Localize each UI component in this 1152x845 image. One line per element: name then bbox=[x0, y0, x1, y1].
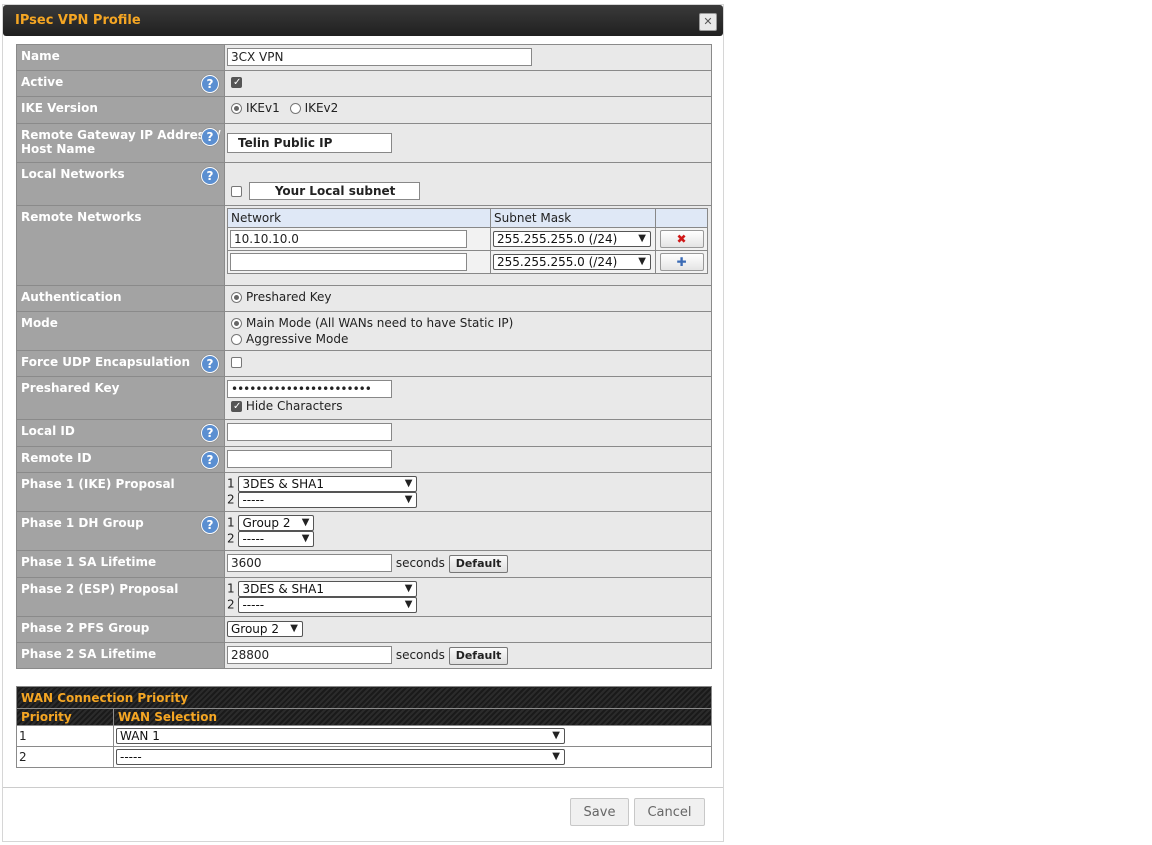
wan-selection-select[interactable]: WAN 1 ▼ bbox=[116, 728, 565, 744]
help-icon[interactable]: ? bbox=[201, 424, 219, 442]
ipsec-vpn-profile-dialog: IPsec VPN Profile ✕ Name Active? IKE Ver… bbox=[2, 4, 724, 842]
preshared-key-radio[interactable] bbox=[231, 292, 242, 303]
preshared-key-label: Preshared Key bbox=[16, 376, 225, 420]
phase2-lifetime-label: Phase 2 SA Lifetime bbox=[16, 642, 225, 669]
name-label: Name bbox=[16, 44, 225, 71]
phase2-proposal-2-select[interactable]: ----- ▼ bbox=[238, 597, 418, 613]
local-id-label: Local ID? bbox=[16, 419, 225, 447]
priority-value: 2 bbox=[16, 746, 114, 768]
local-networks-label: Local Networks? bbox=[16, 162, 225, 206]
phase1-dh-1-select[interactable]: Group 2 ▼ bbox=[238, 515, 315, 531]
cancel-button[interactable]: Cancel bbox=[634, 798, 705, 826]
name-input[interactable] bbox=[227, 48, 532, 66]
help-icon[interactable]: ? bbox=[201, 516, 219, 534]
ikev1-radio[interactable] bbox=[231, 103, 242, 114]
footer-divider bbox=[3, 787, 723, 788]
remote-networks-table: Network Subnet Mask 255.255.255.0 (/24)▼… bbox=[227, 208, 708, 274]
phase1-lifetime-label: Phase 1 SA Lifetime bbox=[16, 550, 225, 578]
subnet-mask-select[interactable]: 255.255.255.0 (/24) ▼ bbox=[493, 253, 651, 270]
wan-selection-select[interactable]: ----- ▼ bbox=[116, 749, 565, 765]
main-mode-radio[interactable] bbox=[231, 318, 242, 329]
phase2-lifetime-input[interactable] bbox=[227, 646, 392, 664]
remote-id-label: Remote ID? bbox=[16, 446, 225, 473]
remote-gateway-input[interactable] bbox=[227, 133, 392, 153]
authentication-label: Authentication bbox=[16, 285, 225, 312]
remote-network-row: 255.255.255.0 (/24) ▼ ✚ bbox=[227, 250, 708, 274]
force-udp-checkbox[interactable] bbox=[231, 357, 242, 368]
phase1-proposal-label: Phase 1 (IKE) Proposal bbox=[16, 472, 225, 512]
phase1-default-button[interactable]: Default bbox=[448, 554, 509, 573]
phase2-proposal-label: Phase 2 (ESP) Proposal bbox=[16, 577, 225, 617]
subnet-mask-select[interactable]: 255.255.255.0 (/24) ▼ bbox=[493, 230, 651, 247]
active-checkbox[interactable] bbox=[231, 75, 242, 91]
local-id-input[interactable] bbox=[227, 423, 392, 441]
dialog-title: IPsec VPN Profile bbox=[15, 13, 141, 28]
subnet-mask-column-header: Subnet Mask bbox=[490, 208, 656, 228]
aggressive-mode-label: Aggressive Mode bbox=[246, 332, 349, 346]
priority-value: 1 bbox=[16, 725, 114, 747]
seconds-label: seconds bbox=[395, 556, 445, 570]
remote-gateway-label: Remote Gateway IP Address / Host Name? bbox=[16, 123, 225, 163]
wan-priority-title: WAN Connection Priority bbox=[16, 686, 712, 709]
remote-network-input[interactable] bbox=[230, 253, 467, 271]
active-label: Active? bbox=[16, 70, 225, 97]
wan-priority-table: WAN Connection Priority Priority WAN Sel… bbox=[16, 686, 712, 768]
priority-column-header: Priority bbox=[16, 708, 114, 726]
remote-network-row: 255.255.255.0 (/24)▼ ✖ bbox=[227, 227, 708, 251]
local-network-input[interactable] bbox=[248, 182, 420, 200]
local-network-checkbox[interactable] bbox=[231, 186, 242, 197]
delete-icon: ✖ bbox=[676, 232, 687, 246]
vpn-profile-form: Name Active? IKE Version IKEv1 IKEv2 Rem… bbox=[16, 44, 712, 669]
help-icon[interactable]: ? bbox=[201, 128, 219, 146]
add-icon: ✚ bbox=[676, 255, 687, 269]
wan-row: 2 ----- ▼ bbox=[16, 746, 712, 768]
dialog-titlebar: IPsec VPN Profile ✕ bbox=[3, 5, 723, 36]
main-mode-label: Main Mode (All WANs need to have Static … bbox=[246, 316, 514, 330]
phase1-proposal-1-select[interactable]: 3DES & SHA1 ▼ bbox=[238, 476, 418, 492]
wan-selection-column-header: WAN Selection bbox=[113, 708, 712, 726]
phase1-dh-2-select[interactable]: ----- ▼ bbox=[238, 531, 315, 547]
delete-network-button[interactable]: ✖ bbox=[659, 230, 704, 248]
phase1-proposal-2-select[interactable]: ----- ▼ bbox=[238, 492, 418, 508]
help-icon[interactable]: ? bbox=[201, 355, 219, 373]
phase1-dh-label: Phase 1 DH Group? bbox=[16, 511, 225, 551]
ikev1-label: IKEv1 bbox=[246, 101, 280, 115]
phase2-pfs-select[interactable]: Group 2 ▼ bbox=[227, 620, 303, 637]
close-icon[interactable]: ✕ bbox=[699, 13, 717, 31]
preshared-key-input[interactable] bbox=[227, 380, 392, 398]
help-icon[interactable]: ? bbox=[201, 167, 219, 185]
save-button[interactable]: Save bbox=[570, 798, 629, 826]
phase2-proposal-1-select[interactable]: 3DES & SHA1 ▼ bbox=[238, 581, 418, 597]
add-network-button[interactable]: ✚ bbox=[659, 253, 704, 271]
remote-networks-label: Remote Networks bbox=[16, 205, 225, 286]
force-udp-label: Force UDP Encapsulation? bbox=[16, 350, 225, 377]
aggressive-mode-radio[interactable] bbox=[231, 334, 242, 345]
remote-id-input[interactable] bbox=[227, 450, 392, 468]
help-icon[interactable]: ? bbox=[201, 451, 219, 469]
ikev2-label: IKEv2 bbox=[304, 101, 339, 115]
phase1-lifetime-input[interactable] bbox=[227, 554, 392, 572]
seconds-label: seconds bbox=[395, 648, 445, 662]
mode-label: Mode bbox=[16, 311, 225, 351]
hide-characters-checkbox[interactable] bbox=[231, 399, 242, 415]
phase2-default-button[interactable]: Default bbox=[448, 646, 509, 665]
ikev2-radio[interactable] bbox=[289, 103, 301, 114]
wan-row: 1 WAN 1 ▼ bbox=[16, 725, 712, 747]
phase2-pfs-label: Phase 2 PFS Group bbox=[16, 616, 225, 643]
help-icon[interactable]: ? bbox=[201, 75, 219, 93]
hide-characters-label: Hide Characters bbox=[245, 399, 343, 413]
ike-version-label: IKE Version bbox=[16, 96, 225, 124]
remote-network-input[interactable] bbox=[230, 230, 467, 248]
network-column-header: Network bbox=[227, 208, 491, 228]
preshared-key-option-label: Preshared Key bbox=[246, 290, 332, 304]
